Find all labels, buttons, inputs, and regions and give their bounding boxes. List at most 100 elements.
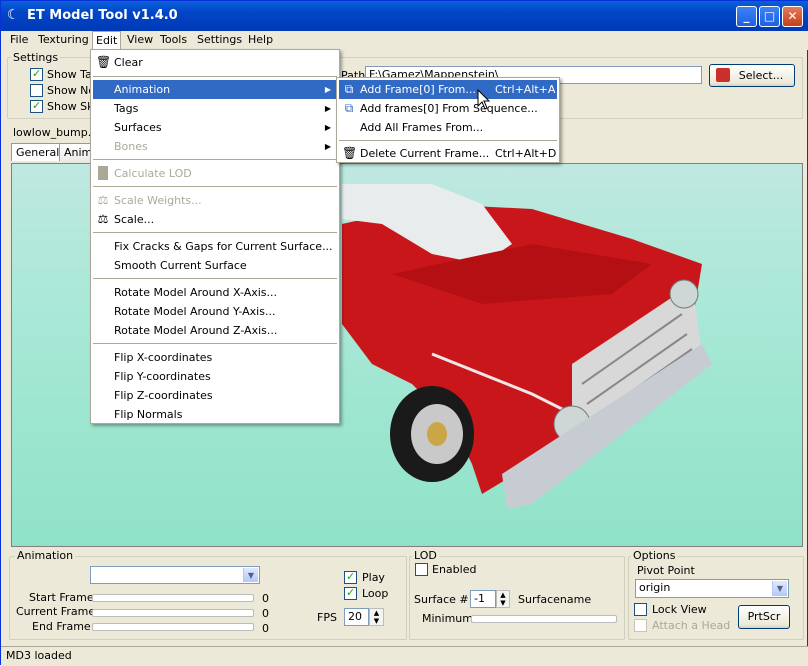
- scale-weights-icon: ⚖: [97, 193, 109, 207]
- menu-item-bones-label: Bones: [114, 140, 148, 153]
- end-frame-value: 0: [262, 622, 269, 635]
- submenu-arrow-icon: ▶: [324, 104, 331, 113]
- prtscr-button[interactable]: PrtScr: [738, 605, 790, 629]
- menu-item-surfaces[interactable]: Surfaces ▶: [93, 118, 337, 137]
- menu-item-flip-normals[interactable]: Flip Normals: [93, 405, 337, 424]
- attach-head-checkbox[interactable]: [634, 619, 647, 632]
- window-title: ET Model Tool v1.4.0: [27, 8, 178, 23]
- lod-minimum-slider[interactable]: [471, 615, 617, 623]
- menu-item-animation[interactable]: Animation ▶: [93, 80, 337, 99]
- menu-tools[interactable]: Tools: [160, 33, 187, 46]
- app-icon: ☾: [7, 7, 20, 23]
- animation-submenu: ⧉ Add Frame[0] From... Ctrl+Alt+A ⧉ Add …: [336, 77, 560, 163]
- lod-icon: [98, 166, 108, 180]
- fps-spinner[interactable]: ▲ ▼: [369, 608, 384, 626]
- menu-settings[interactable]: Settings: [197, 33, 242, 46]
- settings-label: Settings: [11, 51, 61, 64]
- menu-item-calculate-lod[interactable]: Calculate LOD: [93, 164, 337, 183]
- play-label: Play: [362, 571, 385, 584]
- scale-icon: ⚖: [97, 212, 109, 226]
- menu-item-flip-x[interactable]: Flip X-coordinates: [93, 348, 337, 367]
- select-button[interactable]: Select...: [709, 64, 795, 87]
- menu-item-tags[interactable]: Tags ▶: [93, 99, 337, 118]
- start-frame-value: 0: [262, 592, 269, 605]
- surface-spinner[interactable]: ▲ ▼: [496, 590, 510, 608]
- menu-bar: File Texturing Edit View Tools Settings …: [1, 31, 808, 50]
- maximize-button[interactable]: □: [759, 6, 780, 27]
- end-frame-slider[interactable]: [92, 623, 254, 631]
- current-frame-slider[interactable]: [92, 609, 254, 617]
- options-label: Options: [631, 549, 678, 562]
- show-skeleton-checkbox[interactable]: [30, 99, 43, 113]
- menu-item-scale-label: Scale...: [114, 213, 155, 226]
- surface-number-label: Surface #: [414, 593, 469, 606]
- menu-texturing[interactable]: Texturing: [38, 33, 89, 46]
- edit-menu: 🗑 Clear Animation ▶ Tags ▶ Surfaces ▶ Bo…: [90, 49, 340, 424]
- minimize-button[interactable]: _: [736, 6, 757, 27]
- menu-item-add-frames-sequence-label: Add frames[0] From Sequence...: [360, 102, 538, 115]
- menu-item-animation-label: Animation: [114, 83, 171, 96]
- menu-item-delete-frame[interactable]: 🗑 Delete Current Frame... Ctrl+Alt+D: [339, 144, 557, 163]
- lod-enabled-label: Enabled: [432, 563, 477, 576]
- pivot-point-dropdown[interactable]: origin ▼: [635, 579, 789, 598]
- menu-item-fix-cracks[interactable]: Fix Cracks & Gaps for Current Surface...: [93, 237, 337, 256]
- add-frame-icon: ⧉: [344, 82, 354, 96]
- menu-item-clear[interactable]: 🗑 Clear: [93, 53, 337, 72]
- chevron-down-icon: ▼: [243, 568, 258, 582]
- pivot-point-value: origin: [639, 581, 671, 594]
- menu-item-scale[interactable]: ⚖ Scale...: [93, 210, 337, 229]
- menu-item-flip-z[interactable]: Flip Z-coordinates: [93, 386, 337, 405]
- menu-item-rotate-x[interactable]: Rotate Model Around X-Axis...: [93, 283, 337, 302]
- menu-item-rotate-y[interactable]: Rotate Model Around Y-Axis...: [93, 302, 337, 321]
- show-normals-checkbox[interactable]: [30, 84, 43, 97]
- menu-separator: [93, 232, 337, 233]
- current-frame-value: 0: [262, 607, 269, 620]
- lod-enabled-checkbox[interactable]: [415, 563, 428, 576]
- play-checkbox[interactable]: [344, 570, 357, 584]
- menu-item-surfaces-label: Surfaces: [114, 121, 162, 134]
- animation-label: Animation: [15, 549, 76, 562]
- wheel-hub: [427, 422, 447, 446]
- trash-icon: 🗑: [96, 55, 112, 69]
- menu-separator: [93, 278, 337, 279]
- menu-help[interactable]: Help: [248, 33, 273, 46]
- pivot-point-label: Pivot Point: [637, 564, 695, 577]
- menu-item-add-all-frames[interactable]: Add All Frames From...: [339, 118, 557, 137]
- close-button[interactable]: ✕: [782, 6, 803, 27]
- menu-item-scale-weights[interactable]: ⚖ Scale Weights...: [93, 191, 337, 210]
- menu-edit[interactable]: Edit: [92, 31, 122, 50]
- lock-view-checkbox[interactable]: [634, 603, 647, 616]
- surface-number-field[interactable]: -1: [470, 590, 496, 608]
- trash-icon: 🗑: [342, 146, 358, 160]
- headlight-right: [669, 279, 699, 309]
- start-frame-slider[interactable]: [92, 594, 254, 602]
- minimum-label: Minimum: [422, 612, 473, 625]
- model-filename: lowlow_bump.MD3: [13, 126, 93, 139]
- tab-general[interactable]: General: [11, 143, 65, 161]
- menu-item-add-frame[interactable]: ⧉ Add Frame[0] From... Ctrl+Alt+A: [339, 80, 557, 99]
- menu-item-delete-frame-label: Delete Current Frame...: [360, 147, 490, 160]
- status-bar: MD3 loaded: [1, 646, 808, 666]
- menu-separator: [93, 159, 337, 160]
- select-folder-icon: [716, 68, 730, 82]
- menu-item-add-frame-label: Add Frame[0] From...: [360, 83, 476, 96]
- delete-frame-shortcut: Ctrl+Alt+D: [495, 147, 557, 160]
- show-tags-checkbox[interactable]: [30, 67, 43, 81]
- menu-item-rotate-z[interactable]: Rotate Model Around Z-Axis...: [93, 321, 337, 340]
- menu-separator: [93, 343, 337, 344]
- mouse-cursor-icon: [477, 89, 491, 110]
- menu-separator: [93, 76, 337, 77]
- menu-item-add-frames-sequence[interactable]: ⧉ Add frames[0] From Sequence...: [339, 99, 557, 118]
- end-frame-label: End Frame: [32, 620, 91, 633]
- menu-view[interactable]: View: [127, 33, 153, 46]
- loop-checkbox[interactable]: [344, 586, 357, 600]
- menu-file[interactable]: File: [10, 33, 28, 46]
- show-normals-label: Show No: [47, 84, 96, 97]
- tab-animation[interactable]: Anima: [59, 143, 93, 161]
- menu-item-bones[interactable]: Bones ▶: [93, 137, 337, 156]
- animation-dropdown[interactable]: ▼: [90, 566, 260, 584]
- menu-item-smooth-surface[interactable]: Smooth Current Surface: [93, 256, 337, 275]
- fps-field[interactable]: 20: [344, 608, 369, 626]
- menu-item-flip-y[interactable]: Flip Y-coordinates: [93, 367, 337, 386]
- add-frames-sequence-icon: ⧉: [344, 101, 354, 115]
